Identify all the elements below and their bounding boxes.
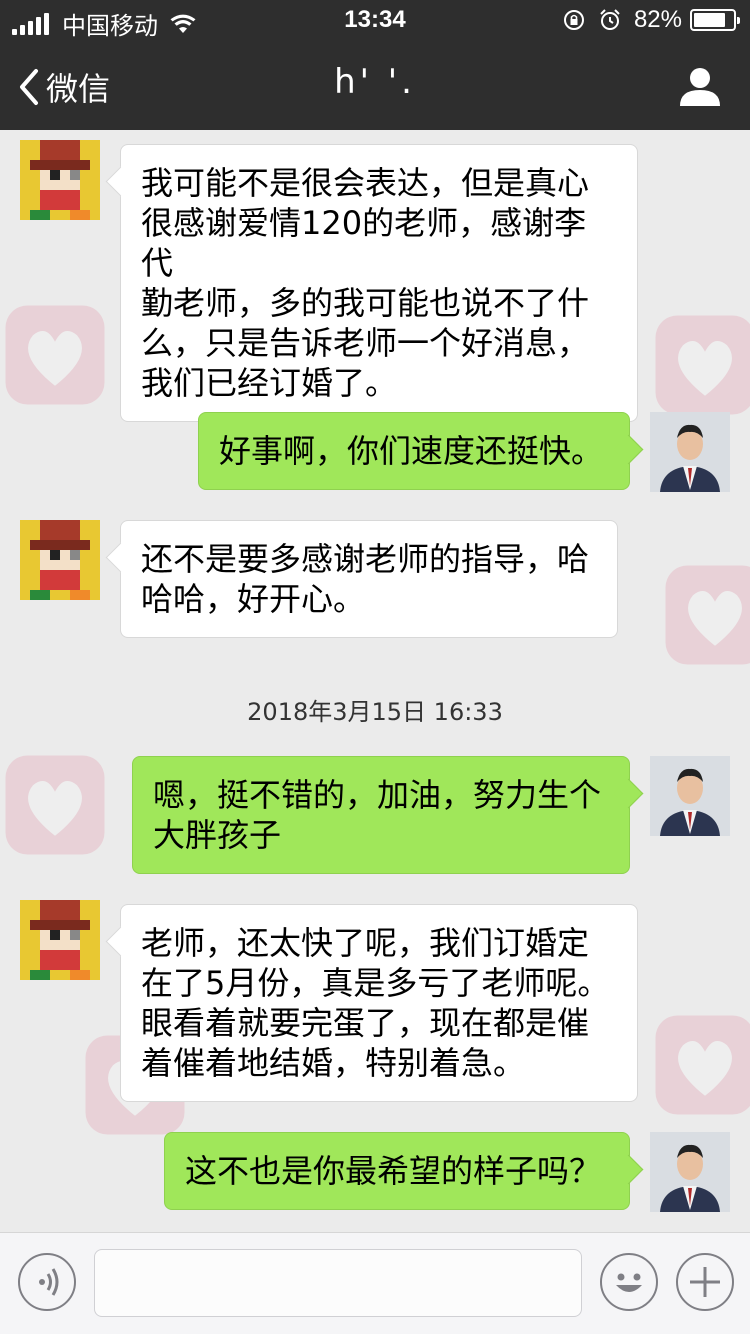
message-line: 么，只是告诉老师一个好消息， [141,324,590,362]
input-bar [0,1232,750,1334]
message-line: 这不也是你最希望的样子吗？ [185,1152,602,1190]
chat-timestamp: 2018年3月15日 16:33 [247,698,503,726]
message-bubble[interactable]: 还不是要多感谢老师的指导，哈 哈哈，好开心。 [120,520,618,638]
message-input[interactable] [94,1249,582,1317]
avatar[interactable] [20,520,100,600]
message-line: 着催着地结婚，特别着急。 [141,1044,526,1082]
plus-button[interactable] [676,1253,734,1311]
message-bubble[interactable]: 老师，还太快了呢，我们订婚定 在了5月份，真是多亏了老师呢。 眼看着就要完蛋了，… [120,904,638,1102]
message-bubble[interactable]: 嗯，挺不错的，加油，努力生个 大胖孩子 [132,756,630,874]
chat-area[interactable]: 我可能不是很会表达，但是真心 很感谢爱情120的老师，感谢李代 勤老师，多的我可… [0,130,750,1232]
emoji-button[interactable] [600,1253,658,1311]
message-line: 我们已经订婚了。 [141,364,398,402]
voice-button[interactable] [18,1253,76,1311]
watermark-logo [5,305,105,405]
chat-title: h' '. [334,62,416,102]
message-line: 很感谢爱情120的老师，感谢李代 [141,204,587,282]
watermark-logo [655,315,750,415]
emoji-icon [616,1273,642,1292]
battery-fill [694,13,726,27]
avatar[interactable] [650,756,730,836]
nav-bar: 微信 h' '. [0,40,750,130]
message-bubble[interactable]: 我可能不是很会表达，但是真心 很感谢爱情120的老师，感谢李代 勤老师，多的我可… [120,144,638,422]
message-line: 好事啊，你们速度还挺快。 [219,432,604,470]
message-line: 还不是要多感谢老师的指导，哈 [141,540,590,578]
message-line: 嗯，挺不错的，加油，努力生个 [153,776,602,814]
message-line: 老师，还太快了呢，我们订婚定 [141,924,590,962]
watermark-logo [5,755,105,855]
plus-icon [690,1267,720,1297]
message-line: 哈哈，好开心。 [141,580,366,618]
avatar[interactable] [20,140,100,220]
status-bar: 中国移动 13:34 82% [0,0,750,40]
rotation-lock-icon [563,10,584,30]
voice-icon [39,1268,59,1296]
person-icon[interactable] [678,64,722,108]
message-line: 在了5月份，真是多亏了老师呢。 [141,964,610,1002]
battery-percent: 82% [633,6,682,33]
alarm-icon [600,9,620,30]
message-line: 我可能不是很会表达，但是真心 [141,164,590,202]
battery-icon [690,9,740,31]
message-bubble[interactable]: 好事啊，你们速度还挺快。 [198,412,630,490]
avatar[interactable] [650,1132,730,1212]
message-bubble[interactable]: 这不也是你最希望的样子吗？ [164,1132,630,1210]
message-line: 眼看着就要完蛋了，现在都是催 [141,1004,590,1042]
avatar[interactable] [20,900,100,980]
message-line: 大胖孩子 [153,816,282,854]
watermark-logo [655,1015,750,1115]
watermark-logo [665,565,750,665]
avatar[interactable] [650,412,730,492]
message-line: 勤老师，多的我可能也说不了什 [141,284,590,322]
